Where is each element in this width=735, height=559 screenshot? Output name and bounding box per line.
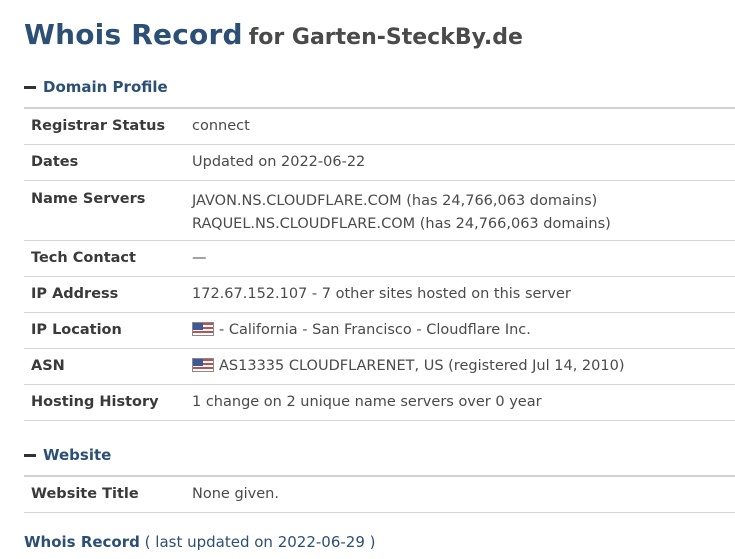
row-label: Tech Contact — [31, 249, 136, 266]
asn-cell: AS13335 CLOUDFLARENET, US (registered Ju… — [192, 348, 735, 384]
ip-location-value: - California - San Francisco - Cloudflar… — [219, 321, 531, 338]
website-table: Website Title None given. — [24, 475, 735, 513]
hosting-history-value: 1 change on 2 unique name servers over 0… — [192, 393, 542, 410]
name-servers-value: JAVON.NS.CLOUDFLARE.COM (has 24,766,063 … — [192, 180, 735, 240]
ip-address-value: 172.67.152.107 - 7 other sites hosted on… — [192, 285, 571, 302]
name-server-1: JAVON.NS.CLOUDFLARE.COM (has 24,766,063 … — [192, 192, 598, 209]
page-title-main: Whois Record — [24, 18, 243, 51]
tech-contact-value: — — [192, 249, 207, 266]
table-row: Website Title None given. — [24, 476, 735, 512]
row-label: IP Location — [31, 321, 122, 338]
row-label: Hosting History — [31, 393, 159, 410]
page-title-domain: for Garten-SteckBy.de — [248, 25, 523, 50]
table-row: IP Address 172.67.152.107 - 7 other site… — [24, 276, 735, 312]
collapse-icon — [24, 453, 36, 457]
row-label: Dates — [31, 153, 79, 170]
table-row: Dates Updated on 2022-06-22 — [24, 144, 735, 180]
asn-value: AS13335 CLOUDFLARENET, US (registered Ju… — [219, 357, 625, 374]
us-flag-icon — [192, 357, 214, 372]
collapse-icon — [24, 85, 36, 89]
table-row: Name Servers JAVON.NS.CLOUDFLARE.COM (ha… — [24, 180, 735, 240]
section-heading-domain-profile: Domain Profile — [43, 78, 168, 96]
registrar-status-value: connect — [192, 118, 250, 134]
whois-record-link[interactable]: Whois Record — [24, 533, 140, 551]
section-toggle-website[interactable]: Website — [24, 445, 111, 465]
table-row: ASN AS13335 CLOUDFLARENET, US (registere… — [24, 348, 735, 384]
section-toggle-domain-profile[interactable]: Domain Profile — [24, 77, 168, 97]
us-flag-icon — [192, 321, 214, 336]
row-label: ASN — [31, 357, 65, 374]
row-label: Website Title — [31, 486, 139, 502]
table-row: Registrar Status connect — [24, 108, 735, 144]
row-label: Name Servers — [31, 190, 146, 207]
table-row: Hosting History 1 change on 2 unique nam… — [24, 384, 735, 420]
section-heading-website: Website — [43, 446, 112, 464]
page-title: Whois Record for Garten-SteckBy.de — [24, 14, 523, 52]
footer: Whois Record ( last updated on 2022-06-2… — [24, 533, 376, 551]
table-row: IP Location - California - San Francisco… — [24, 312, 735, 348]
row-label: IP Address — [31, 285, 119, 302]
website-title-value: None given. — [192, 486, 279, 502]
table-row: Tech Contact — — [24, 240, 735, 276]
domain-profile-table: Registrar Status connect Dates Updated o… — [24, 107, 735, 421]
row-label: Registrar Status — [31, 118, 166, 134]
last-updated-note: ( last updated on 2022-06-29 ) — [144, 533, 376, 551]
ip-location-cell: - California - San Francisco - Cloudflar… — [192, 312, 735, 348]
name-server-2: RAQUEL.NS.CLOUDFLARE.COM (has 24,766,063… — [192, 215, 611, 232]
dates-value: Updated on 2022-06-22 — [192, 153, 366, 170]
